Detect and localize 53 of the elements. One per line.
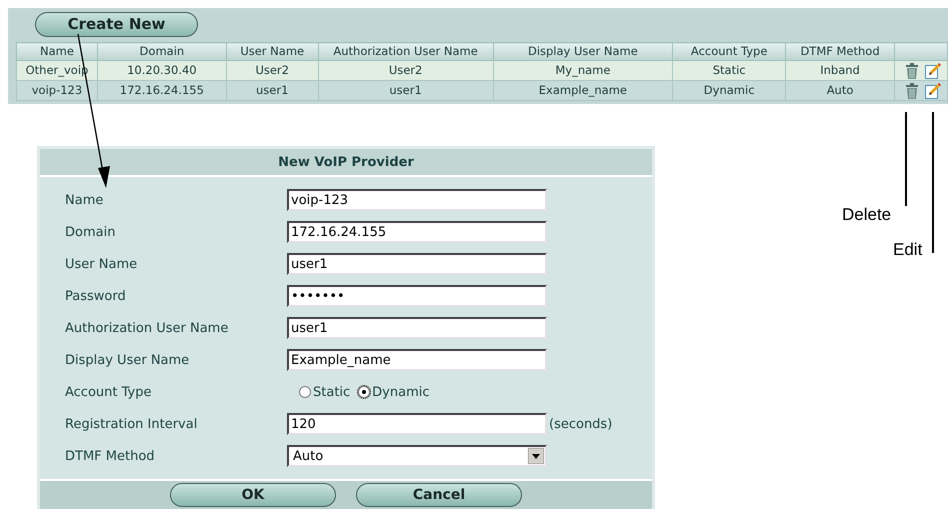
trash-icon[interactable] [904,82,919,99]
field-label: Name [65,192,104,210]
create-new-button[interactable]: Create New [35,12,198,37]
column-header: User Name [226,42,318,61]
password-field[interactable]: ••••••• [287,285,547,308]
trash-icon[interactable] [904,62,919,79]
table-cell: user1 [318,80,494,101]
input-field[interactable]: 172.16.24.155 [287,221,547,244]
field-label: Authorization User Name [65,320,230,338]
table-cell: Static [672,60,786,81]
table-cell: user1 [226,80,318,101]
ok-button[interactable]: OK [170,483,336,508]
input-field[interactable]: user1 [287,253,547,276]
radio-button[interactable] [299,386,311,398]
column-header: Account Type [672,42,786,61]
input-field[interactable]: voip-123 [287,189,547,212]
table-cell: User2 [318,60,494,81]
table-cell: User2 [226,60,318,81]
input-field[interactable]: 120 [287,413,547,436]
field-label: Display User Name [65,352,190,370]
column-header: DTMF Method [786,42,894,61]
dialog-title: New VoIP Provider [40,149,652,178]
table-cell: Dynamic [672,80,786,101]
input-field[interactable]: Example_name [287,349,547,372]
pencil-icon[interactable] [924,82,941,99]
column-header: Display User Name [493,42,673,61]
radio-label: Dynamic [372,384,430,402]
dropdown-arrow-icon[interactable] [528,448,544,464]
callout-label: Edit [893,239,922,261]
field-label: User Name [65,256,138,274]
table-cell: Auto [786,80,894,101]
radio-label: Static [313,384,350,402]
table-cell: Example_name [493,80,673,101]
field-label: DTMF Method [65,448,156,466]
column-header: Name [16,42,98,61]
input-field[interactable]: user1 [287,317,547,340]
unit-label: (seconds) [549,416,612,434]
table-cell: 172.16.24.155 [97,80,226,101]
table-cell: 10.20.30.40 [97,60,226,81]
field-label: Password [65,288,127,306]
radio-button[interactable] [358,386,370,398]
field-label: Registration Interval [65,416,198,434]
table-cell: My_name [493,60,673,81]
callout-label: Delete [842,204,892,226]
dropdown[interactable]: Auto [287,445,547,468]
column-header: Domain [97,42,226,61]
table-cell: voip-123 [16,80,98,101]
table-cell: Inband [786,60,894,81]
column-header: Authorization User Name [318,42,494,61]
field-label: Account Type [65,384,152,402]
field-label: Domain [65,224,116,242]
cancel-button[interactable]: Cancel [356,483,522,508]
pencil-icon[interactable] [924,62,941,79]
